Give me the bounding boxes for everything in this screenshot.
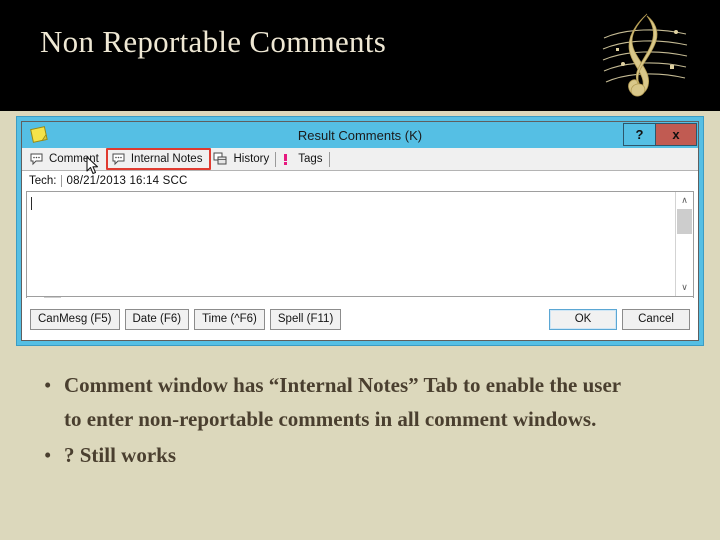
vertical-scroll-thumb[interactable] bbox=[677, 209, 692, 234]
help-button[interactable]: ? bbox=[623, 123, 656, 146]
canmesg-button[interactable]: CanMesg (F5) bbox=[30, 308, 120, 330]
slide-header-band: Non Reportable Comments bbox=[0, 0, 720, 111]
result-comments-dialog: Result Comments (K) ? x Comment Internal… bbox=[16, 116, 704, 346]
page-title: Non Reportable Comments bbox=[40, 24, 387, 59]
bullet-marker: • bbox=[44, 443, 52, 467]
tab-internal-notes[interactable]: Internal Notes bbox=[105, 148, 212, 170]
title-bar-buttons: ? x bbox=[623, 123, 697, 146]
list-item: • ? Still works bbox=[44, 438, 674, 472]
dialog-title-bar[interactable]: Result Comments (K) ? x bbox=[22, 122, 698, 148]
tech-label: Tech: bbox=[29, 174, 57, 187]
comment-textarea[interactable] bbox=[27, 192, 675, 296]
comment-editor-wrap: ∧ ∨ bbox=[26, 191, 694, 296]
bullet-marker: • bbox=[44, 373, 52, 397]
tech-row: Tech: 08/21/2013 16:14 SCC bbox=[22, 171, 698, 190]
vertical-scroll-track[interactable] bbox=[677, 234, 692, 279]
dialog-inner: Result Comments (K) ? x Comment Internal… bbox=[21, 121, 699, 341]
tab-tags[interactable]: Tags bbox=[276, 149, 330, 170]
tab-strip: Comment Internal Notes History Tags bbox=[22, 148, 698, 171]
close-button[interactable]: x bbox=[656, 123, 697, 146]
text-caret bbox=[31, 197, 32, 210]
spell-button[interactable]: Spell (F11) bbox=[269, 308, 342, 330]
vertical-scrollbar[interactable]: ∧ ∨ bbox=[675, 192, 693, 296]
scroll-up-icon[interactable]: ∧ bbox=[676, 192, 693, 209]
scroll-down-icon[interactable]: ∨ bbox=[676, 279, 693, 296]
tab-divider bbox=[328, 151, 330, 167]
dialog-title: Result Comments (K) bbox=[297, 127, 423, 143]
cancel-button[interactable]: Cancel bbox=[622, 308, 690, 330]
speech-bubble-icon bbox=[111, 152, 126, 166]
tab-tags-label: Tags bbox=[298, 153, 323, 165]
cascading-windows-icon bbox=[213, 152, 228, 166]
speech-bubble-icon bbox=[29, 152, 44, 166]
tab-internal-notes-label: Internal Notes bbox=[130, 153, 203, 165]
bullet-text: ? Still works bbox=[64, 443, 177, 467]
treble-clef-icon bbox=[602, 13, 688, 97]
date-button[interactable]: Date (F6) bbox=[124, 308, 190, 330]
tech-value: 08/21/2013 16:14 SCC bbox=[60, 174, 188, 187]
tab-history-label: History bbox=[233, 153, 270, 165]
dialog-button-bar: CanMesg (F5) Date (F6) Time (^F6) Spell … bbox=[22, 298, 698, 340]
time-button[interactable]: Time (^F6) bbox=[194, 308, 265, 330]
bullet-text: Comment window has “Internal Notes” Tab … bbox=[64, 373, 621, 431]
mouse-cursor-icon bbox=[86, 156, 99, 175]
ok-button[interactable]: OK bbox=[549, 308, 617, 330]
list-item: • Comment window has “Internal Notes” Ta… bbox=[44, 368, 674, 436]
sticky-note-icon bbox=[28, 125, 50, 145]
bullet-list: • Comment window has “Internal Notes” Ta… bbox=[44, 368, 674, 474]
exclamation-mark-icon bbox=[278, 152, 293, 166]
tab-history[interactable]: History bbox=[211, 149, 277, 170]
